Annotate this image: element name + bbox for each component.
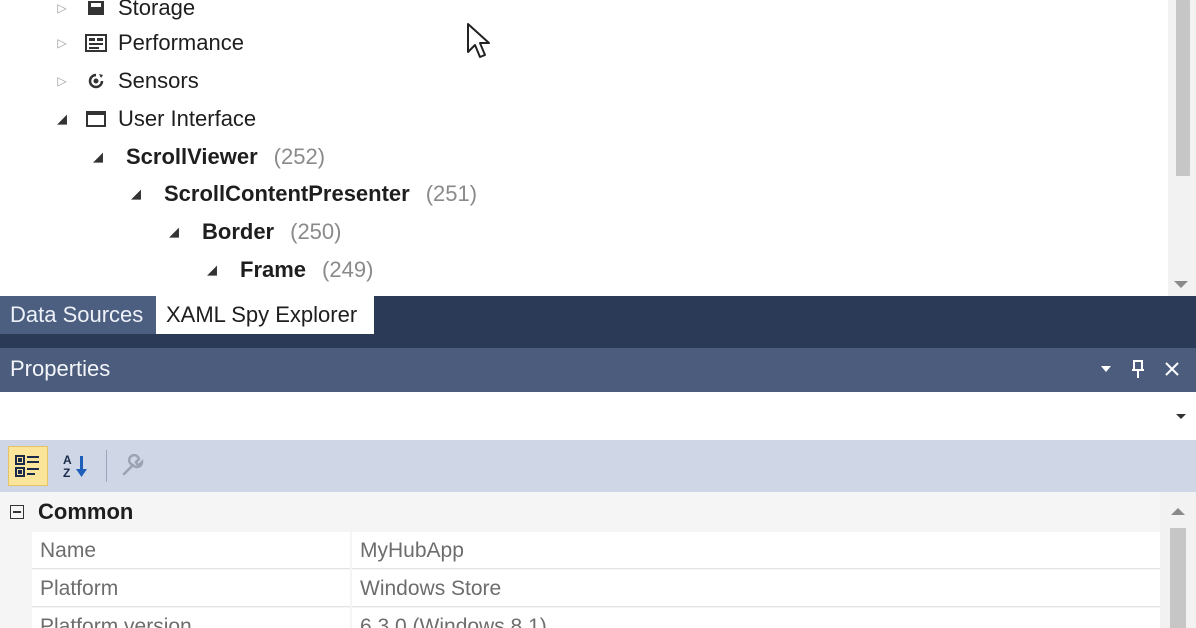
- tree-view: ▷ Storage ▷ Performance ▷ Sensors ◢ User…: [0, 0, 1196, 296]
- mouse-pointer-icon: [466, 22, 492, 65]
- scrollbar-thumb[interactable]: [1176, 0, 1190, 176]
- expand-arrow-icon[interactable]: ▷: [52, 1, 72, 15]
- tree-scrollbar[interactable]: [1168, 0, 1196, 296]
- panel-title: Properties: [10, 356, 111, 381]
- toolbar-separator: [106, 450, 107, 482]
- property-value[interactable]: MyHubApp: [352, 532, 1160, 569]
- collapse-arrow-icon[interactable]: ◢: [164, 224, 184, 240]
- tree-item-label: Frame: [240, 257, 307, 282]
- scroll-up-icon[interactable]: [1171, 508, 1185, 515]
- property-name: Platform version: [32, 608, 350, 628]
- sort-alphabetical-button[interactable]: A Z: [56, 446, 96, 486]
- tree-item-count: (249): [322, 257, 374, 282]
- auto-hide-pin-button[interactable]: [1126, 354, 1150, 384]
- collapse-arrow-icon[interactable]: ◢: [52, 111, 72, 127]
- property-row-platform-version: Platform version 6.3.0 (Windows 8.1): [0, 608, 1160, 628]
- property-grid: Common Name MyHubApp Platform Windows St…: [0, 492, 1196, 628]
- tree-item-frame[interactable]: ◢ Frame (249): [202, 252, 373, 288]
- chevron-down-icon: [1101, 366, 1111, 372]
- storage-icon: [84, 0, 108, 19]
- categorized-button[interactable]: [8, 446, 48, 486]
- property-row-name: Name MyHubApp: [0, 532, 1160, 570]
- close-button[interactable]: [1158, 354, 1186, 384]
- window-position-dropdown-button[interactable]: [1094, 354, 1118, 384]
- events-button[interactable]: [112, 446, 152, 486]
- tree-item-border[interactable]: ◢ Border (250): [164, 214, 341, 250]
- property-value[interactable]: Windows Store: [352, 570, 1160, 607]
- properties-panel-header: Properties: [0, 348, 1196, 392]
- property-grid-scrollbar[interactable]: [1160, 492, 1196, 628]
- tree-item-label: Performance: [118, 30, 244, 55]
- expand-arrow-icon[interactable]: ▷: [52, 36, 72, 50]
- category-label: Common: [38, 499, 134, 524]
- tree-item-label: Sensors: [118, 68, 199, 93]
- tree-item-label: ScrollContentPresenter: [164, 181, 410, 206]
- tree-item-scrollviewer[interactable]: ◢ ScrollViewer (252): [88, 139, 325, 175]
- tree-item-label: ScrollViewer: [126, 144, 258, 169]
- chevron-down-icon[interactable]: [1176, 414, 1186, 419]
- tree-item-label: User Interface: [118, 106, 257, 131]
- window-icon: [84, 108, 108, 130]
- collapse-arrow-icon[interactable]: ◢: [202, 262, 222, 278]
- collapse-icon[interactable]: [10, 505, 24, 519]
- collapse-arrow-icon[interactable]: ◢: [126, 186, 146, 202]
- object-selector[interactable]: [0, 392, 1196, 440]
- tree-item-scrollcontentpresenter[interactable]: ◢ ScrollContentPresenter (251): [126, 176, 477, 212]
- tree-item-storage[interactable]: ▷ Storage: [52, 0, 195, 26]
- performance-icon: [84, 32, 108, 54]
- tree-item-user-interface[interactable]: ◢ User Interface: [52, 101, 256, 137]
- tree-item-count: (251): [425, 181, 478, 206]
- sort-alphabetical-icon: A Z: [63, 453, 87, 480]
- category-header-common[interactable]: Common: [0, 492, 1160, 532]
- tab-xaml-spy-explorer[interactable]: XAML Spy Explorer: [156, 296, 374, 334]
- close-icon: [1165, 362, 1179, 376]
- property-name: Name: [32, 532, 350, 569]
- property-row-platform: Platform Windows Store: [0, 570, 1160, 608]
- expand-arrow-icon[interactable]: ▷: [52, 74, 72, 88]
- categorized-icon: [15, 455, 39, 477]
- tab-data-sources[interactable]: Data Sources: [0, 296, 156, 334]
- tree-item-sensors[interactable]: ▷ Sensors: [52, 63, 199, 99]
- property-name: Platform: [32, 570, 350, 607]
- tree-item-count: (250): [290, 219, 342, 244]
- svg-text:A: A: [63, 453, 72, 467]
- tree-item-performance[interactable]: ▷ Performance: [52, 25, 244, 61]
- property-value[interactable]: 6.3.0 (Windows 8.1): [352, 608, 1160, 628]
- properties-toolbar: A Z: [0, 440, 1196, 492]
- tree-item-label: Border: [202, 219, 275, 244]
- wrench-icon: [122, 454, 144, 476]
- tree-item-count: (252): [273, 144, 326, 169]
- scrollbar-thumb[interactable]: [1170, 528, 1186, 628]
- sensors-icon: [84, 70, 108, 92]
- collapse-arrow-icon[interactable]: ◢: [88, 149, 108, 165]
- pin-icon: [1132, 360, 1144, 378]
- scroll-down-icon[interactable]: [1174, 281, 1188, 288]
- tree-item-label: Storage: [118, 0, 196, 20]
- tool-window-tab-strip: Data Sources XAML Spy Explorer: [0, 296, 1196, 348]
- svg-text:Z: Z: [63, 466, 70, 480]
